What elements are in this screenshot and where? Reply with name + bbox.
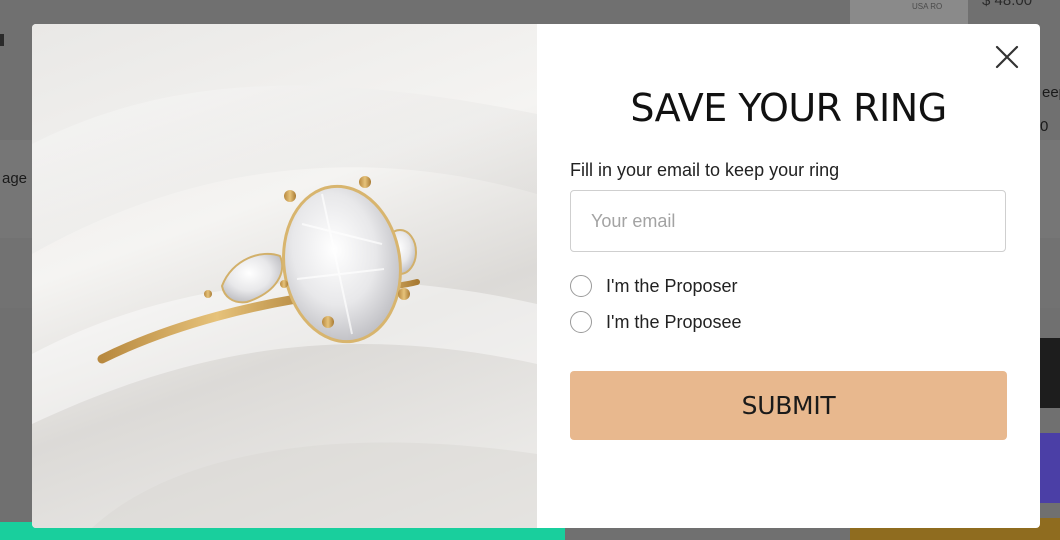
submit-button[interactable]: SUBMIT (570, 371, 1007, 440)
radio-circle[interactable] (570, 275, 592, 297)
email-input[interactable] (570, 190, 1006, 252)
close-button[interactable] (994, 44, 1020, 70)
ring-image (32, 24, 537, 528)
background-price: $ 48.00 (982, 0, 1033, 9)
signup-form: SAVE YOUR RING Fill in your email to kee… (537, 24, 1040, 528)
background-text: 0 (1040, 118, 1049, 135)
background-dark-button (1040, 338, 1060, 408)
background-thumbnail-label: USA RO (912, 2, 943, 11)
radio-proposee-label: I'm the Proposee (606, 311, 742, 332)
modal-title: SAVE YOUR RING (630, 86, 947, 130)
background-fragment (0, 34, 4, 46)
background-purple-button (1040, 433, 1060, 503)
background-text: age (2, 170, 28, 187)
ring-illustration (32, 85, 537, 528)
modal-subtitle: Fill in your email to keep your ring (570, 160, 840, 180)
radio-circle[interactable] (570, 311, 592, 333)
save-ring-modal: SAVE YOUR RING Fill in your email to kee… (32, 24, 1040, 528)
radio-proposer[interactable]: I'm the Proposer (570, 275, 738, 297)
radio-proposee[interactable]: I'm the Proposee (570, 311, 742, 333)
close-icon (995, 45, 1019, 69)
background-text: eep (1042, 84, 1060, 101)
radio-proposer-label: I'm the Proposer (606, 275, 738, 296)
